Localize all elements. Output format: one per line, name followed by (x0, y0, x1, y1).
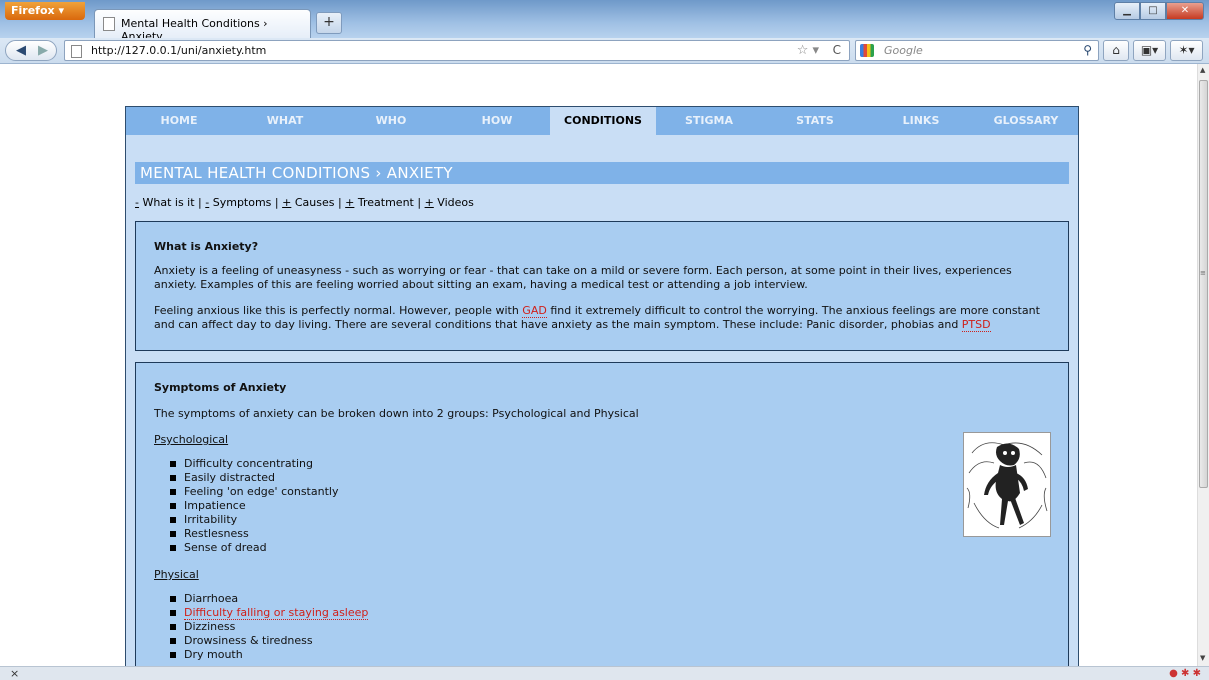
nav-stats[interactable]: STATS (762, 107, 868, 135)
toggle-what-is-it[interactable]: What is it (142, 196, 194, 209)
what-is-heading: What is Anxiety? (154, 240, 259, 253)
minimize-button[interactable]: ▁ (1114, 2, 1140, 20)
page-favicon-icon (103, 17, 115, 31)
browser-tab[interactable]: Mental Health Conditions › Anxiety (94, 9, 311, 43)
url-text[interactable]: http://127.0.0.1/uni/anxiety.htm (91, 44, 266, 57)
home-button[interactable]: ⌂ (1103, 40, 1129, 61)
search-placeholder[interactable]: Google (884, 44, 923, 57)
firefox-menu-label: Firefox (11, 4, 55, 17)
psychological-list: Difficulty concentrating Easily distract… (170, 457, 338, 555)
bookmark-star-icon[interactable]: ☆ ▾ (797, 43, 819, 58)
symptoms-section: Symptoms of Anxiety The symptoms of anxi… (135, 362, 1069, 666)
para2-text-a: Feeling anxious like this is perfectly n… (154, 304, 523, 317)
list-item-link[interactable]: Difficulty falling or staying asleep (170, 606, 369, 620)
toggle-treatment-marker[interactable]: + (345, 196, 354, 209)
page-icon (71, 45, 82, 58)
sleep-glossary-link[interactable]: Difficulty falling or staying asleep (184, 606, 369, 620)
toggle-videos[interactable]: Videos (437, 196, 474, 209)
scroll-down-arrow-icon[interactable]: ▼ (1200, 654, 1205, 662)
anxious-figure-drawing (966, 442, 1048, 529)
physical-heading: Physical (154, 568, 199, 581)
toggle-videos-marker[interactable]: + (425, 196, 434, 209)
search-icon[interactable]: ⚲ (1083, 43, 1092, 57)
list-item: Dry mouth (170, 648, 368, 662)
site-container: HOME WHAT WHO HOW CONDITIONS STIGMA STAT… (125, 106, 1079, 666)
nav-what[interactable]: WHAT (232, 107, 338, 135)
browser-titlebar: Firefox ▾ Mental Health Conditions › Anx… (0, 0, 1209, 43)
section-toggle-links: - What is it | - Symptoms | + Causes | +… (135, 196, 474, 209)
toggle-symptoms-marker[interactable]: - (205, 196, 209, 209)
symptoms-intro: The symptoms of anxiety can be broken do… (154, 407, 639, 420)
symptoms-heading: Symptoms of Anxiety (154, 381, 287, 394)
url-bar[interactable]: http://127.0.0.1/uni/anxiety.htm ☆ ▾ C (64, 40, 850, 61)
toggle-symptoms[interactable]: Symptoms (213, 196, 272, 209)
new-tab-button[interactable]: + (316, 12, 342, 34)
back-arrow-icon[interactable]: ◀ (16, 41, 26, 60)
google-engine-icon[interactable] (860, 44, 874, 57)
site-nav: HOME WHAT WHO HOW CONDITIONS STIGMA STAT… (126, 107, 1078, 135)
addon-button[interactable]: ✶▾ (1170, 40, 1203, 61)
close-window-button[interactable]: ✕ (1166, 2, 1204, 20)
gad-glossary-link[interactable]: GAD (522, 304, 547, 318)
nav-glossary[interactable]: GLOSSARY (974, 107, 1078, 135)
list-item: Dizziness (170, 620, 368, 634)
scrollbar-grip-icon: ≡ (1200, 269, 1206, 277)
firefox-menu-button[interactable]: Firefox ▾ (5, 2, 85, 20)
toggle-what-is-it-marker[interactable]: - (135, 196, 139, 209)
addon-status-icons[interactable]: ● ✱ ✱ (1169, 667, 1201, 680)
list-item: Impatience (170, 499, 338, 513)
nav-stigma[interactable]: STIGMA (656, 107, 762, 135)
nav-how[interactable]: HOW (444, 107, 550, 135)
psychological-heading: Psychological (154, 433, 229, 446)
ptsd-glossary-link[interactable]: PTSD (961, 318, 991, 332)
nav-conditions[interactable]: CONDITIONS (550, 107, 656, 135)
toggle-causes[interactable]: Causes (295, 196, 335, 209)
list-item: Feeling 'on edge' constantly (170, 485, 338, 499)
nav-links[interactable]: LINKS (868, 107, 974, 135)
list-item: Difficulty concentrating (170, 457, 338, 471)
what-is-anxiety-section: What is Anxiety? Anxiety is a feeling of… (135, 221, 1069, 351)
list-item: Restlesness (170, 527, 338, 541)
reload-icon[interactable]: C (833, 43, 841, 57)
nav-who[interactable]: WHO (338, 107, 444, 135)
list-item: Sense of dread (170, 541, 338, 555)
bookmarks-button[interactable]: ▣▾ (1133, 40, 1166, 61)
scroll-up-arrow-icon[interactable]: ▲ (1200, 66, 1205, 74)
page-heading-bar: MENTAL HEALTH CONDITIONS › ANXIETY (135, 162, 1069, 184)
list-item: Easily distracted (170, 471, 338, 485)
close-addon-bar-icon[interactable]: × (10, 667, 19, 680)
what-is-para2: Feeling anxious like this is perfectly n… (154, 304, 1054, 332)
anxiety-illustration (963, 432, 1051, 537)
list-item: Diarrhoea (170, 592, 368, 606)
vertical-scrollbar[interactable]: ▲ ≡ ▼ (1197, 64, 1209, 666)
physical-list: Diarrhoea Difficulty falling or staying … (170, 592, 369, 662)
forward-arrow-icon[interactable]: ▶ (38, 41, 48, 60)
nav-home[interactable]: HOME (126, 107, 232, 135)
search-bar[interactable]: Google ⚲ (855, 40, 1099, 61)
status-bar: × ● ✱ ✱ (0, 666, 1209, 680)
what-is-para1: Anxiety is a feeling of uneasyness - suc… (154, 264, 1012, 291)
list-item: Drowsiness & tiredness (170, 634, 368, 648)
page-title: MENTAL HEALTH CONDITIONS › ANXIETY (140, 164, 453, 182)
page-viewport: HOME WHAT WHO HOW CONDITIONS STIGMA STAT… (0, 64, 1197, 666)
list-item: Irritability (170, 513, 338, 527)
maximize-button[interactable]: □ (1140, 2, 1166, 20)
toggle-causes-marker[interactable]: + (282, 196, 291, 209)
navigation-toolbar: ◀ ▶ http://127.0.0.1/uni/anxiety.htm ☆ ▾… (0, 38, 1209, 64)
scrollbar-thumb[interactable] (1199, 80, 1208, 488)
back-forward-buttons[interactable]: ◀ ▶ (5, 40, 57, 61)
toggle-treatment[interactable]: Treatment (358, 196, 414, 209)
